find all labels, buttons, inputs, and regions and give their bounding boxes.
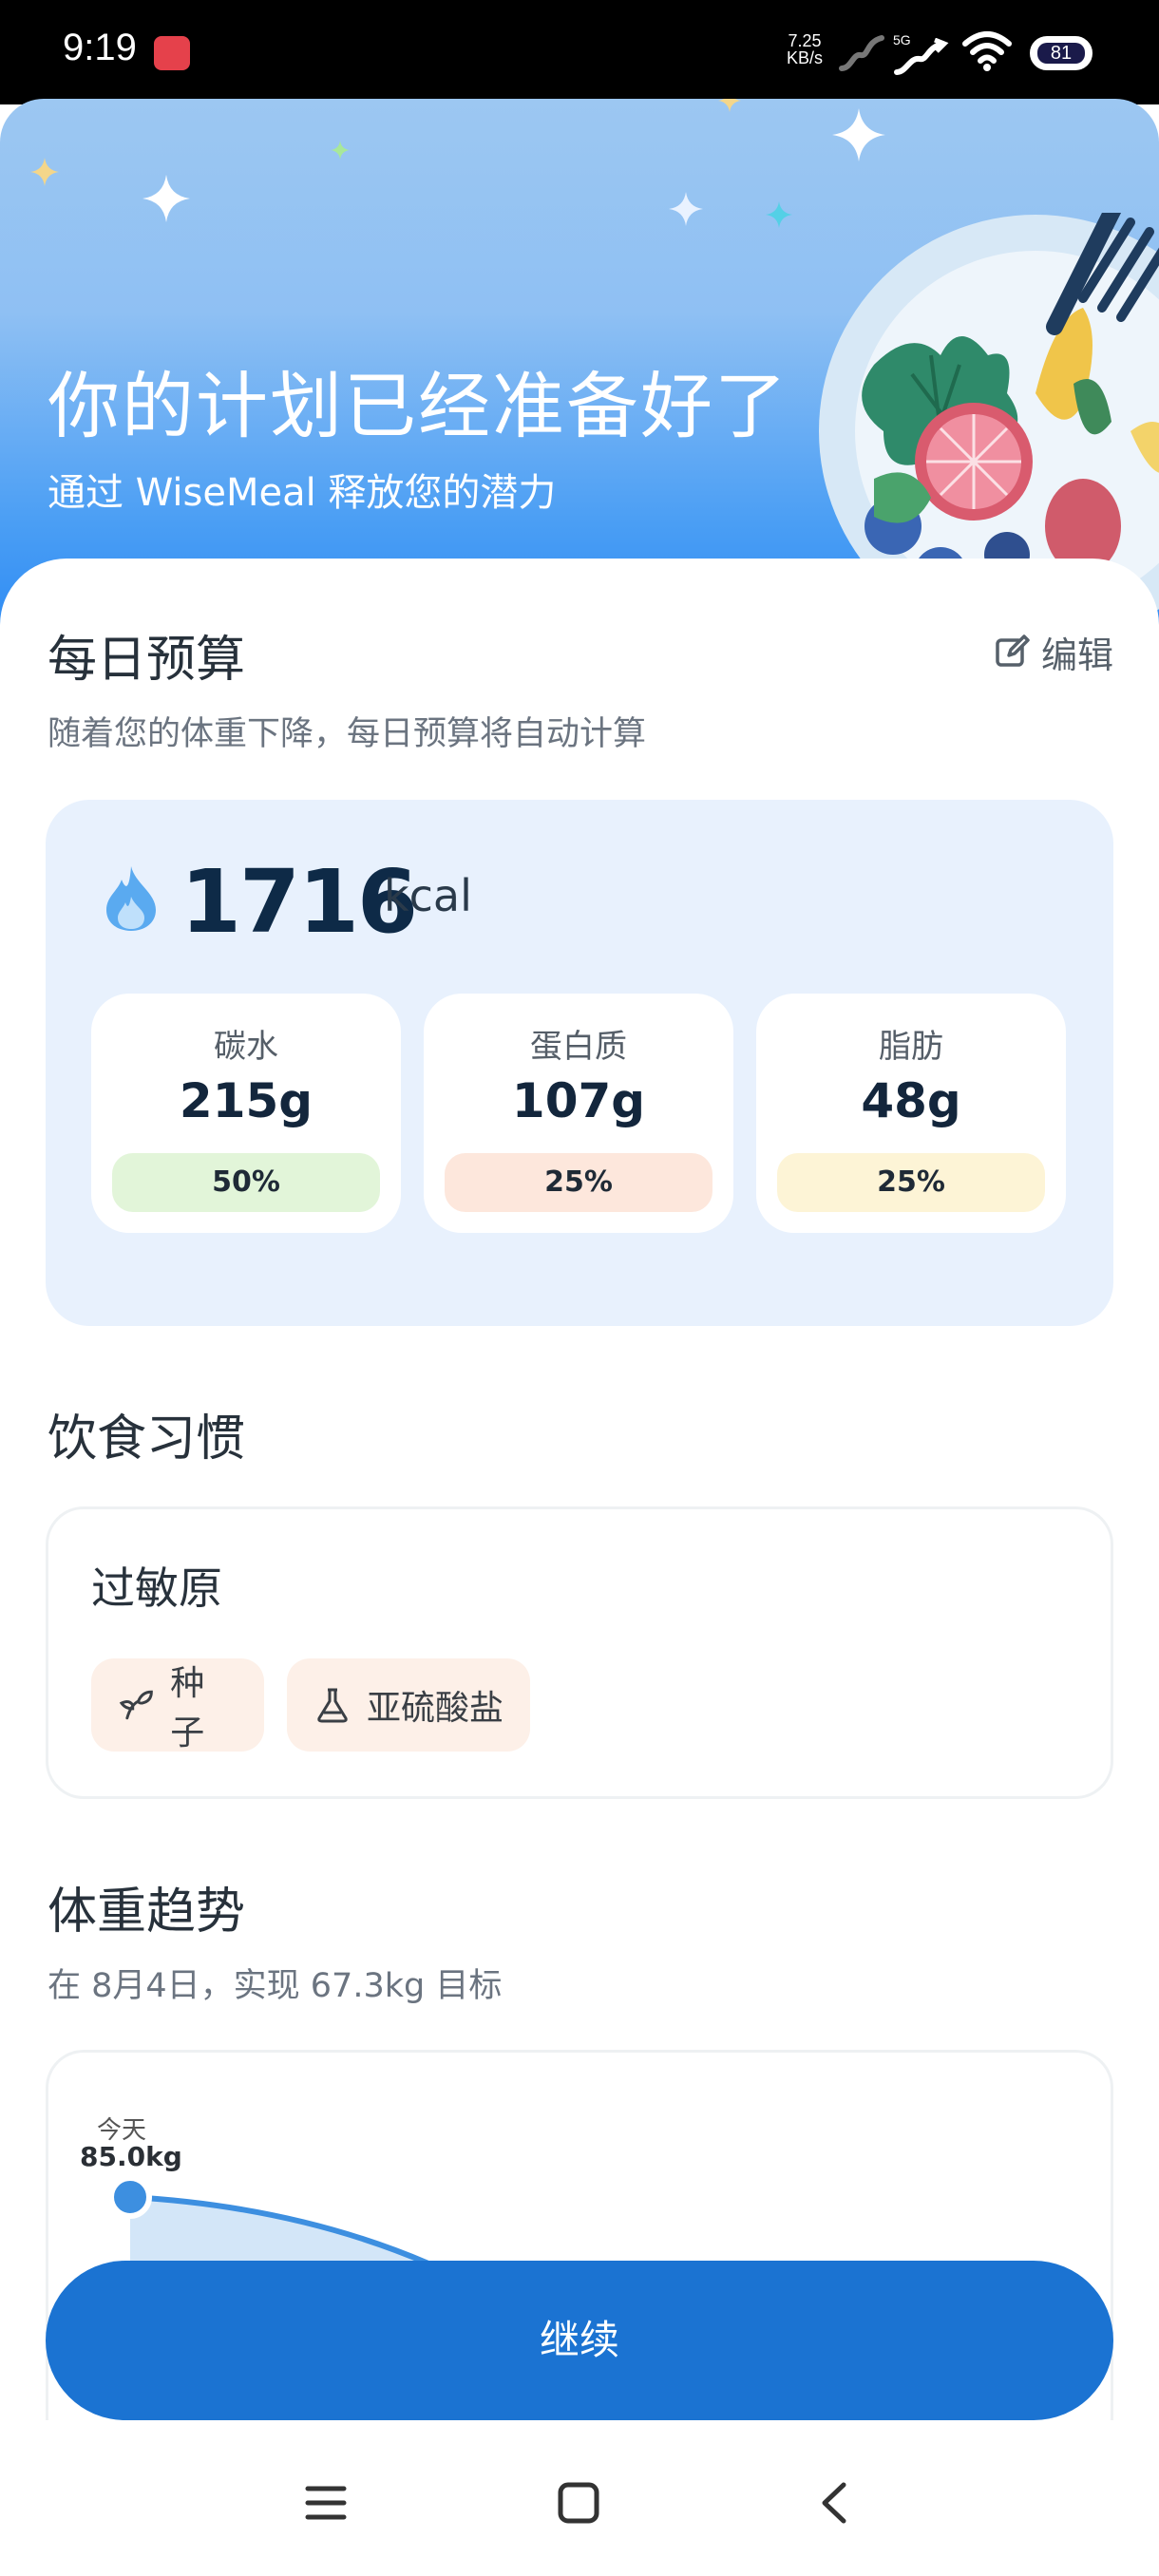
edit-label: 编辑 [1041,634,1114,676]
daily-budget-title: 每日预算 [48,632,246,689]
macro-card-protein: 蛋白质 107g 25% [424,994,733,1233]
edit-icon [996,635,1030,667]
flame-icon [106,866,156,931]
macro-percent: 25% [445,1153,712,1212]
eating-habits-title: 饮食习惯 [48,1411,246,1468]
flask-icon [317,1688,348,1723]
daily-budget-description: 随着您的体重下降，每日预算将自动计算 [48,715,647,753]
status-time: 9:19 [63,27,137,68]
macro-label: 蛋白质 [530,1028,627,1066]
network-speed-unit: KB/s [787,48,824,67]
signal-icon [839,35,884,71]
hero-title: 你的计划已经准备好了 [48,364,788,448]
network-speed-value: 7.25 [788,31,822,50]
sprout-icon [119,1690,153,1720]
weight-trend-title: 体重趋势 [48,1884,246,1941]
sparkle-icon [331,141,350,160]
chip-label: 亚硫酸盐 [367,1689,504,1728]
allergen-chip-sulfites[interactable]: 亚硫酸盐 [287,1658,530,1752]
macro-percent: 50% [112,1153,380,1212]
kcal-unit: kcal [384,870,472,921]
allergens-card [46,1506,1113,1799]
sparkle-icon [142,175,190,222]
today-weight: 85.0kg [80,2141,182,2172]
macro-card-carbs: 碳水 215g 50% [91,994,401,1233]
macro-percent: 25% [777,1153,1045,1212]
network-speed: 7.25 KB/s [787,32,823,66]
sparkle-icon [766,201,792,228]
sparkle-icon [832,108,885,161]
today-point [108,2175,152,2219]
app-notification-icon [154,36,190,70]
sparkle-icon [669,192,703,226]
macro-value: 107g [511,1073,646,1128]
kcal-value: 1716 [180,851,418,953]
allergen-chip-seeds[interactable]: 种子 [91,1658,264,1752]
macro-value: 215g [179,1073,314,1128]
chip-label: 种子 [170,1664,205,1752]
hero-banner: 你的计划已经准备好了 通过 WiseMeal 释放您的潜力 [0,99,1159,631]
sparkle-icon [30,158,59,186]
home-icon[interactable] [557,2481,600,2525]
menu-icon[interactable] [304,2481,348,2525]
battery-level: 81 [1037,43,1085,64]
allergens-title: 过敏原 [91,1563,222,1614]
macro-value: 48g [861,1073,961,1128]
battery-icon: 81 [1030,36,1092,70]
macro-label: 脂肪 [879,1028,943,1066]
sparkle-icon [718,99,741,112]
edit-button[interactable]: 编辑 [994,627,1113,676]
macro-card-fat: 脂肪 48g 25% [756,994,1066,1233]
continue-button[interactable]: 继续 [46,2261,1113,2420]
status-bar: 9:19 7.25 KB/s 5G 81 [0,0,1159,104]
macro-label: 碳水 [214,1028,278,1066]
hero-subtitle: 通过 WiseMeal 释放您的潜力 [48,471,557,515]
wifi-icon [962,31,1012,71]
weight-trend-subtitle: 在 8月4日，实现 67.3kg 目标 [48,1967,503,2005]
back-icon[interactable] [813,2481,857,2525]
